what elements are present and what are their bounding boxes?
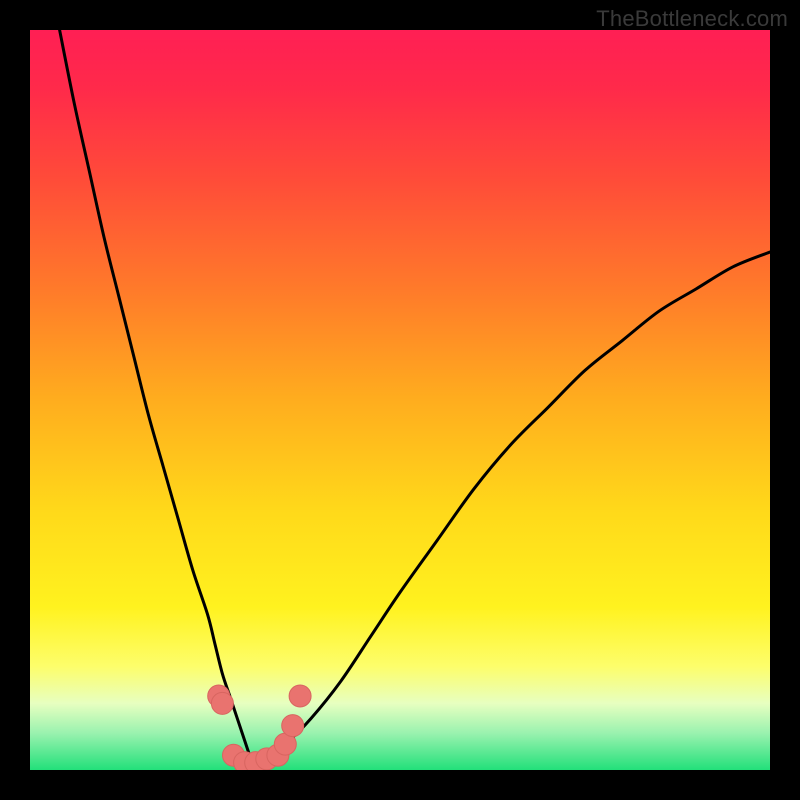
valley-markers [208, 685, 311, 770]
curves-layer [30, 30, 770, 770]
watermark-text: TheBottleneck.com [596, 6, 788, 32]
valley-marker [211, 692, 233, 714]
valley-marker [289, 685, 311, 707]
curve-left-branch [60, 30, 252, 763]
curve-right-branch [252, 252, 770, 763]
chart-frame: TheBottleneck.com [0, 0, 800, 800]
plot-area [30, 30, 770, 770]
valley-marker [282, 715, 304, 737]
